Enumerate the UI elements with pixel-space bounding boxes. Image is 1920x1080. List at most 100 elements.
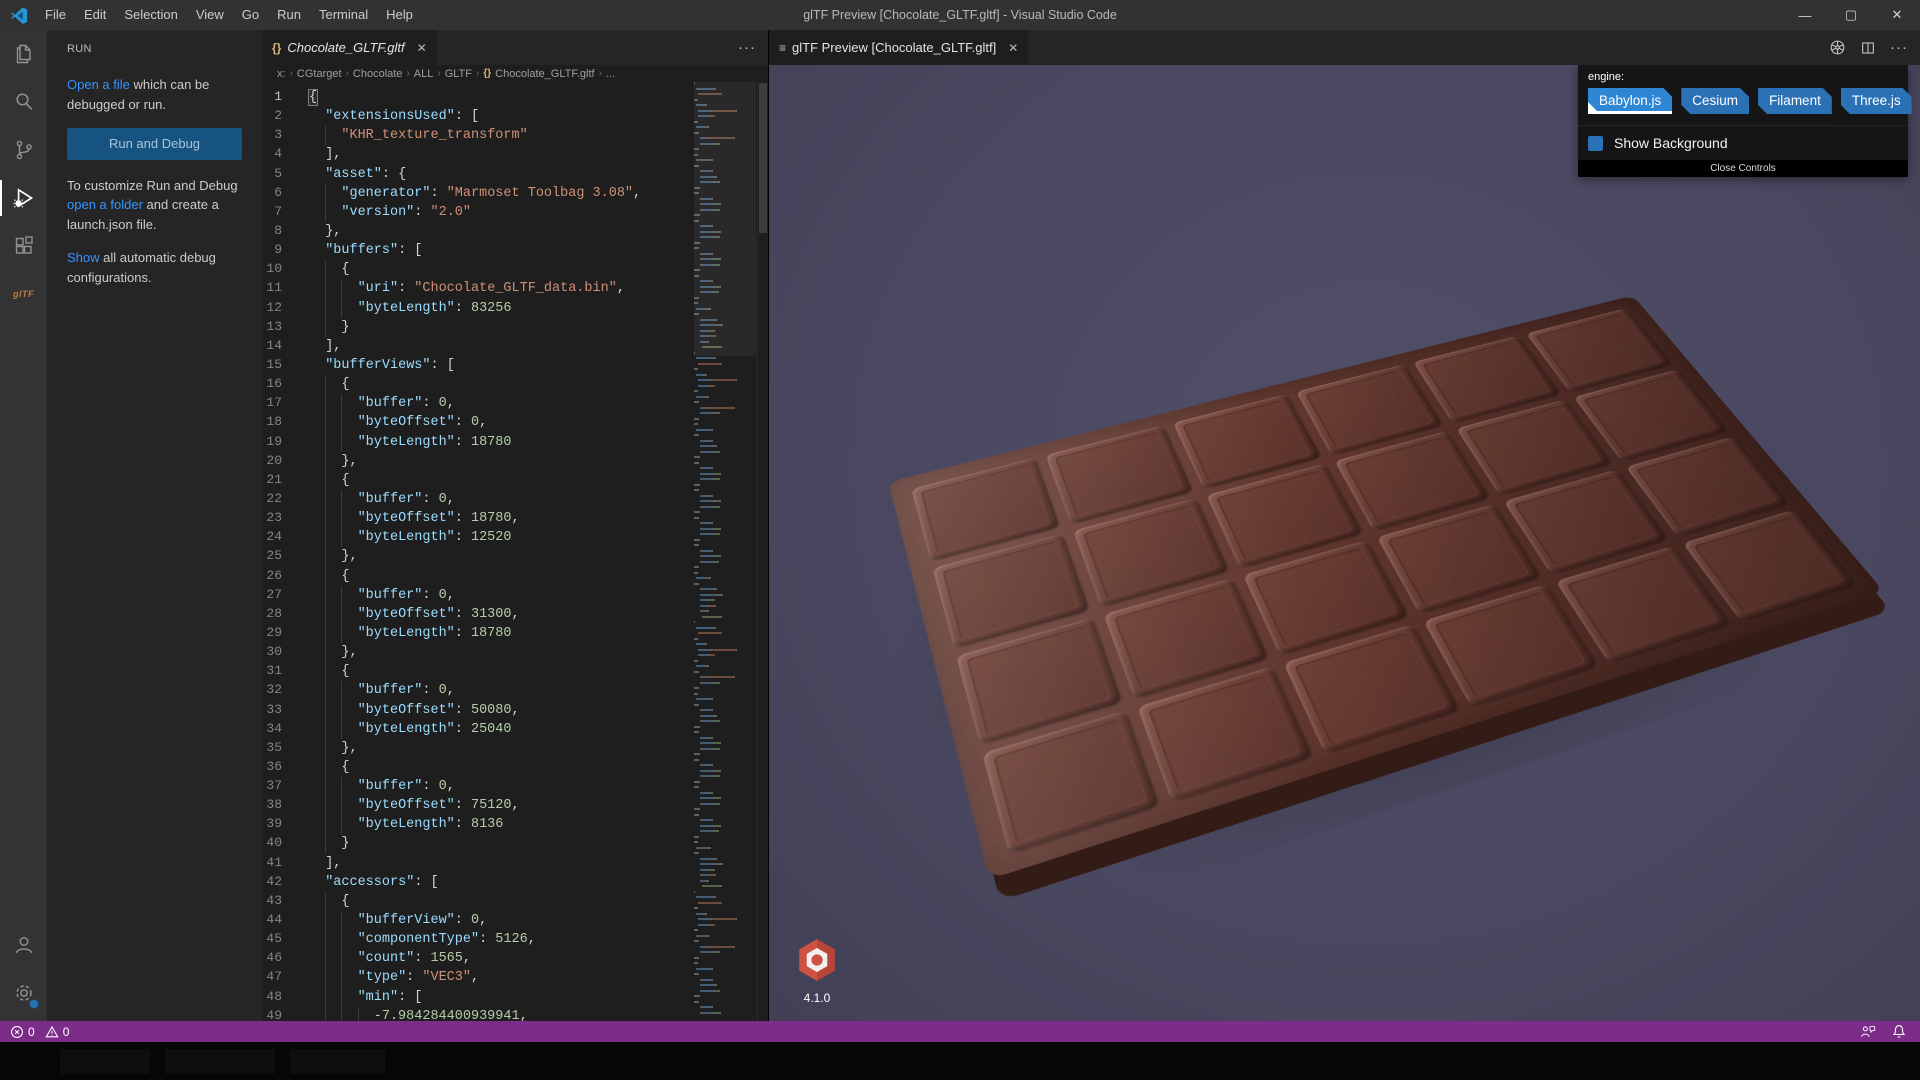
tab-close-icon[interactable]: ✕: [1008, 41, 1018, 55]
breadcrumb: x: › CGtarget › Chocolate › ALL › GLTF › {} C…: [262, 65, 768, 82]
code-line: 44 "bufferView": 0,: [262, 910, 693, 931]
breadcrumb-item[interactable]: GLTF: [445, 68, 472, 80]
menu-go[interactable]: Go: [233, 0, 268, 30]
code-line: 21{: [262, 470, 693, 490]
breadcrumb-drive[interactable]: x:: [277, 68, 286, 80]
code-line: 49 -7.984284400939941,: [262, 1006, 693, 1021]
code-line: 41],: [266, 854, 342, 871]
code-line: 4],: [274, 146, 342, 163]
explorer-icon[interactable]: [0, 30, 47, 78]
chocolate-segment: [1242, 539, 1408, 656]
taskbar-thumbnail: [60, 1049, 150, 1074]
open-a-file-link[interactable]: Open a file: [67, 77, 130, 92]
code-line: 40}: [262, 833, 693, 854]
code-line: 36{: [262, 757, 693, 778]
tab-gltf-preview[interactable]: ≡ glTF Preview [Chocolate_GLTF.gltf] ✕: [769, 30, 1029, 65]
status-bar: 0 0: [0, 1021, 1920, 1042]
notifications-bell-icon[interactable]: [1892, 1024, 1906, 1039]
menu-terminal[interactable]: Terminal: [310, 0, 377, 30]
engine-button-filament[interactable]: Filament: [1758, 88, 1832, 114]
code-line: 38 "byteOffset": 75120,: [262, 795, 693, 816]
open-file-paragraph: Open a file which can be debugged or run…: [67, 77, 210, 112]
code-line: 45 "componentType": 5126,: [262, 929, 693, 950]
maximize-icon[interactable]: ▢: [1828, 0, 1874, 30]
error-count: 0: [28, 1024, 35, 1039]
problems-indicator[interactable]: 0 0: [10, 1025, 69, 1039]
code-line: 3 "KHR_texture_transform": [262, 125, 693, 146]
split-editor-icon[interactable]: [1860, 40, 1876, 56]
engine-control-panel: engine: Babylon.js Cesium Filament Three…: [1578, 65, 1908, 177]
taskbar-thumbnail: [290, 1049, 385, 1074]
tab-close-icon[interactable]: ✕: [417, 41, 427, 55]
scrollbar-thumb[interactable]: [759, 83, 767, 233]
json-file-icon: {}: [483, 68, 492, 79]
breadcrumb-item[interactable]: ALL: [414, 68, 434, 80]
code-line: 46 "count": 1565,: [262, 948, 693, 969]
show-link[interactable]: Show: [67, 250, 100, 265]
editor-tab-bar: {} Chocolate_GLTF.gltf ✕ ···: [262, 30, 768, 65]
code-line: 14],: [266, 337, 342, 354]
menu-help[interactable]: Help: [377, 0, 422, 30]
settings-gear-icon[interactable]: [0, 969, 47, 1017]
feedback-icon[interactable]: [1860, 1024, 1876, 1039]
account-icon[interactable]: [0, 921, 47, 969]
customize-paragraph: To customize Run and Debug open a folder…: [67, 177, 238, 232]
code-line: 5 "asset": {: [274, 165, 407, 182]
code-line: 48 "min": [: [262, 987, 693, 1007]
code-line: 22 "buffer": 0,: [262, 489, 693, 510]
code-line: 8},: [274, 222, 342, 239]
code-line: 39 "byteLength": 8136: [262, 814, 693, 835]
engine-label: engine:: [1588, 71, 1625, 83]
extensions-icon[interactable]: [0, 222, 47, 270]
engine-button-cesium[interactable]: Cesium: [1681, 88, 1749, 114]
more-actions-icon[interactable]: ···: [738, 39, 756, 56]
code-line: 17 "buffer": 0,: [262, 393, 693, 414]
code-line: 19 "byteLength": 18780: [262, 432, 693, 452]
activity-bar: glTF: [0, 30, 47, 1021]
open-a-folder-link[interactable]: open a folder: [67, 197, 143, 212]
menu-view[interactable]: View: [187, 0, 233, 30]
show-background-checkbox[interactable]: [1588, 135, 1603, 151]
engine-button-babylonjs[interactable]: Babylon.js: [1588, 88, 1672, 114]
breadcrumb-symbol[interactable]: ...: [606, 68, 615, 80]
code-editor[interactable]: 1{ 2 "extensionsUsed": [3 "KHR_texture_tran…: [262, 87, 693, 1021]
babylonjs-logo-icon: [799, 939, 835, 981]
gltf-inspector-wheel-icon[interactable]: [1829, 39, 1846, 56]
editor-scrollbar[interactable]: [757, 82, 768, 1021]
source-control-icon[interactable]: [0, 126, 47, 174]
webview-icon: ≡: [779, 40, 787, 55]
breadcrumb-item[interactable]: Chocolate: [353, 68, 403, 80]
gltf-3d-viewport[interactable]: engine: Babylon.js Cesium Filament Three…: [769, 65, 1920, 1021]
json-file-icon: {}: [272, 40, 282, 55]
code-line: 20},: [262, 451, 693, 471]
menu-selection[interactable]: Selection: [115, 0, 186, 30]
breadcrumb-file[interactable]: Chocolate_GLTF.gltf: [495, 68, 594, 80]
close-icon[interactable]: ✕: [1874, 0, 1920, 30]
menu-file[interactable]: File: [36, 0, 75, 30]
code-line: 23 "byteOffset": 18780,: [262, 508, 693, 529]
tab-chocolate-gltf[interactable]: {} Chocolate_GLTF.gltf ✕: [262, 30, 437, 65]
search-icon[interactable]: [0, 78, 47, 126]
more-actions-icon[interactable]: ···: [1890, 39, 1908, 56]
code-line: 26{: [262, 566, 693, 586]
desktop-strip: [0, 1042, 1920, 1080]
minimap-visible-region: [694, 82, 756, 356]
code-line: 29 "byteLength": 18780: [262, 623, 693, 644]
code-line: 1{: [274, 89, 319, 106]
close-controls-button[interactable]: Close Controls: [1578, 160, 1908, 177]
breadcrumb-item[interactable]: CGtarget: [297, 68, 342, 80]
minimize-icon[interactable]: —: [1782, 0, 1828, 30]
gltf-extension-icon[interactable]: glTF: [0, 270, 47, 318]
run-and-debug-button[interactable]: Run and Debug: [67, 128, 242, 160]
menu-edit[interactable]: Edit: [75, 0, 115, 30]
code-line: 2 "extensionsUsed": [: [274, 108, 480, 125]
code-line: 9 "buffers": [: [274, 242, 423, 259]
run-and-debug-icon[interactable]: [0, 174, 47, 222]
code-line: 28 "byteOffset": 31300,: [262, 604, 693, 624]
engine-button-threejs[interactable]: Three.js: [1841, 88, 1912, 114]
code-line: 12 "byteLength": 83256: [262, 298, 693, 318]
code-line: 6 "generator": "Marmoset Toolbag 3.08",: [262, 183, 693, 203]
menu-run[interactable]: Run: [268, 0, 310, 30]
code-line: 31{: [262, 661, 693, 682]
code-line: 42 "accessors": [: [266, 873, 439, 890]
